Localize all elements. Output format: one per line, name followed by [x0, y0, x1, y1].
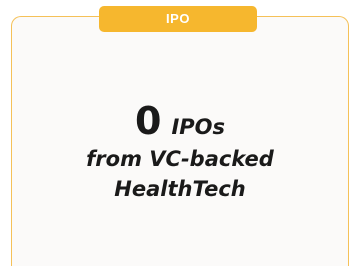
stat-headline: 0 IPOs [0, 98, 360, 144]
stat-description-line-2: HealthTech [114, 177, 246, 201]
stat-unit: IPOs [171, 115, 225, 139]
category-badge: IPO [99, 6, 257, 32]
stat-description-line-1: from VC-backed [86, 147, 274, 171]
stat-value: 0 [134, 99, 162, 143]
stat-block: 0 IPOs from VC-backed HealthTech [0, 98, 360, 204]
